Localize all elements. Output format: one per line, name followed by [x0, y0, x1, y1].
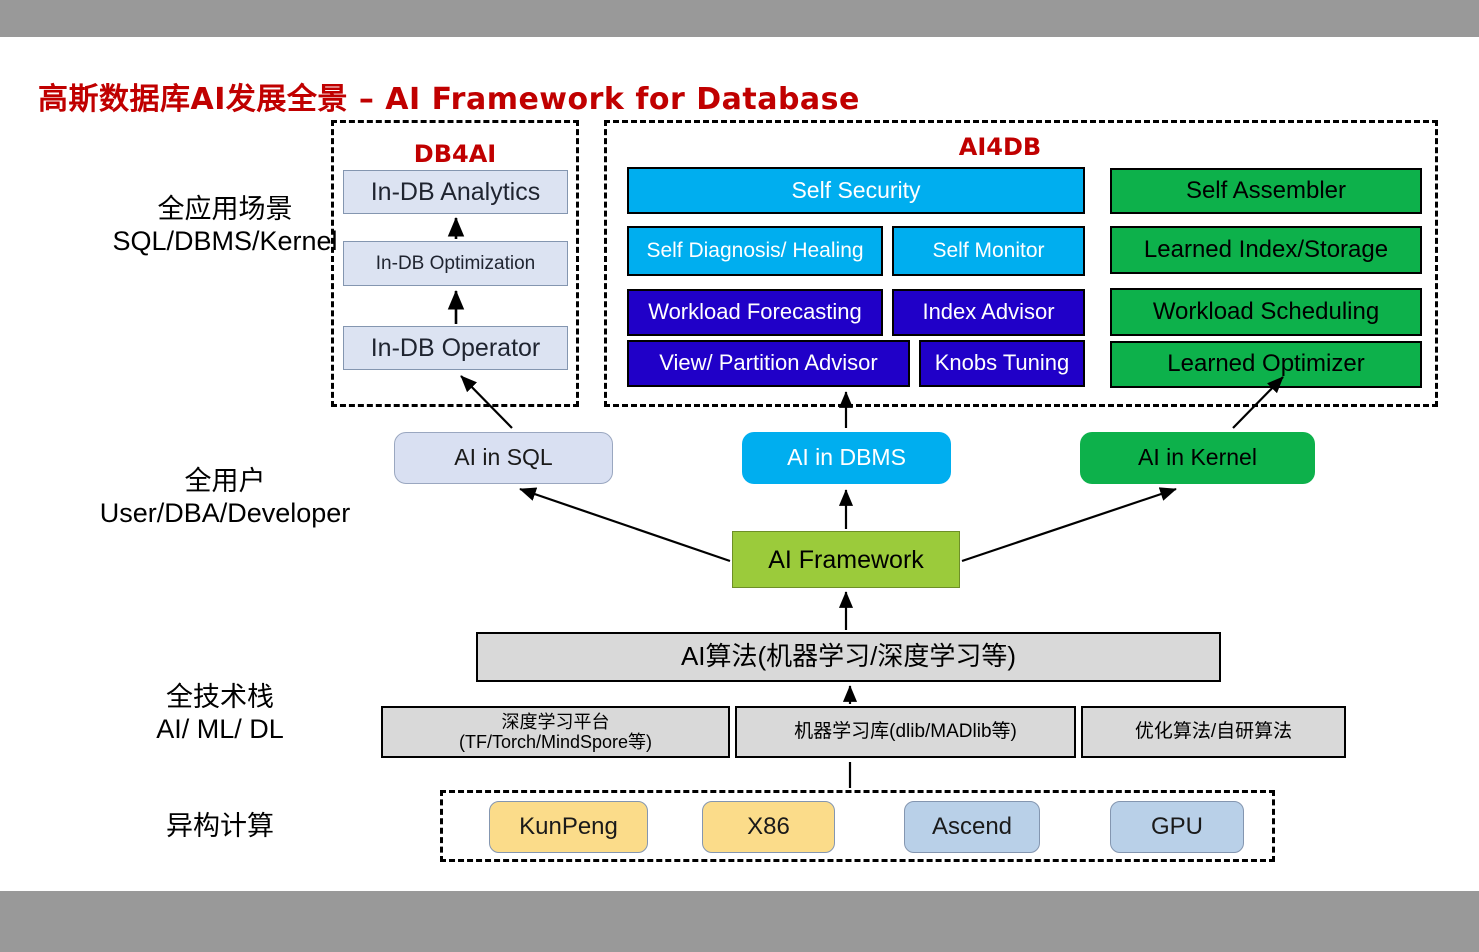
box-in-db-analytics[interactable]: In-DB Analytics: [343, 170, 568, 214]
box-self-assembler[interactable]: Self Assembler: [1110, 168, 1422, 214]
box-label: AI Framework: [768, 545, 924, 574]
box-x86[interactable]: X86: [702, 801, 835, 853]
box-self-monitor[interactable]: Self Monitor: [892, 226, 1085, 276]
box-label: In-DB Analytics: [370, 178, 541, 206]
box-label: GPU: [1150, 812, 1203, 840]
box-ai-in-sql[interactable]: AI in SQL: [394, 432, 613, 484]
box-self-diagnosis-healing[interactable]: Self Diagnosis/ Healing: [627, 226, 883, 276]
box-ai-algorithms[interactable]: AI算法(机器学习/深度学习等): [476, 632, 1221, 682]
row-label-users: 全用户 User/DBA/Developer: [60, 466, 390, 530]
box-ai-in-dbms[interactable]: AI in DBMS: [742, 432, 951, 484]
box-label-line2: (TF/Torch/MindSpore等): [458, 732, 653, 752]
box-view-partition-advisor[interactable]: View/ Partition Advisor: [627, 340, 910, 387]
box-label: Learned Index/Storage: [1143, 235, 1389, 263]
box-optimization-algorithms[interactable]: 优化算法/自研算法: [1081, 706, 1346, 758]
row-label-line2: AI/ ML/ DL: [156, 713, 284, 744]
box-label: AI in DBMS: [787, 444, 906, 471]
box-deep-learning-platform[interactable]: 深度学习平台 (TF/Torch/MindSpore等): [381, 706, 730, 758]
row-label-line1: 异构计算: [166, 811, 274, 841]
box-workload-forecasting[interactable]: Workload Forecasting: [627, 289, 883, 336]
box-label: AI算法(机器学习/深度学习等): [680, 641, 1017, 672]
box-label: Workload Forecasting: [648, 299, 862, 325]
bottom-gray-band: [0, 891, 1479, 952]
row-label-line2: User/DBA/Developer: [99, 497, 351, 528]
ai4db-group-title: AI4DB: [958, 133, 1042, 161]
box-index-advisor[interactable]: Index Advisor: [892, 289, 1085, 336]
box-in-db-operator[interactable]: In-DB Operator: [343, 326, 568, 370]
box-self-security[interactable]: Self Security: [627, 167, 1085, 214]
box-label: AI in Kernel: [1138, 444, 1257, 471]
box-label: Self Security: [791, 176, 921, 203]
row-label-line1: 全用户: [184, 466, 266, 496]
box-gpu[interactable]: GPU: [1110, 801, 1244, 853]
box-label: 优化算法/自研算法: [1134, 721, 1293, 743]
box-label: Index Advisor: [922, 299, 1055, 325]
box-label: Ascend: [931, 812, 1013, 840]
box-knobs-tuning[interactable]: Knobs Tuning: [919, 340, 1085, 387]
box-kunpeng[interactable]: KunPeng: [489, 801, 648, 853]
box-label: X86: [747, 812, 790, 840]
box-label: Self Monitor: [932, 239, 1045, 263]
box-ai-in-kernel[interactable]: AI in Kernel: [1080, 432, 1315, 484]
box-workload-scheduling[interactable]: Workload Scheduling: [1110, 288, 1422, 336]
db4ai-group-title: DB4AI: [413, 140, 497, 168]
box-machine-learning-library[interactable]: 机器学习库(dlib/MADlib等): [735, 706, 1076, 758]
box-label: Self Diagnosis/ Healing: [646, 239, 864, 263]
row-label-tech-stack: 全技术栈 AI/ ML/ DL: [60, 682, 380, 746]
box-label: 机器学习库(dlib/MADlib等): [794, 721, 1017, 743]
box-learned-optimizer[interactable]: Learned Optimizer: [1110, 341, 1422, 388]
row-label-heterogeneous-computing: 异构计算: [60, 811, 380, 843]
box-ai-framework[interactable]: AI Framework: [732, 531, 960, 588]
row-label-line1: 全技术栈: [166, 682, 274, 712]
box-label: AI in SQL: [454, 444, 553, 471]
box-learned-index-storage[interactable]: Learned Index/Storage: [1110, 226, 1422, 274]
box-label: View/ Partition Advisor: [659, 350, 878, 376]
box-label: KunPeng: [519, 812, 618, 840]
box-in-db-optimization[interactable]: In-DB Optimization: [343, 241, 568, 286]
box-label: In-DB Optimization: [375, 252, 536, 274]
box-ascend[interactable]: Ascend: [904, 801, 1040, 853]
slide-canvas: 高斯数据库AI发展全景 – AI Framework for Database …: [0, 0, 1479, 952]
box-label-line1: 深度学习平台: [501, 711, 610, 732]
box-label: Self Assembler: [1185, 176, 1347, 204]
box-label: Workload Scheduling: [1152, 297, 1380, 325]
top-gray-band: [0, 0, 1479, 37]
box-label: Knobs Tuning: [934, 350, 1070, 376]
box-label: Learned Optimizer: [1167, 350, 1365, 378]
page-title: 高斯数据库AI发展全景 – AI Framework for Database: [38, 82, 860, 117]
box-label: In-DB Operator: [370, 334, 541, 362]
